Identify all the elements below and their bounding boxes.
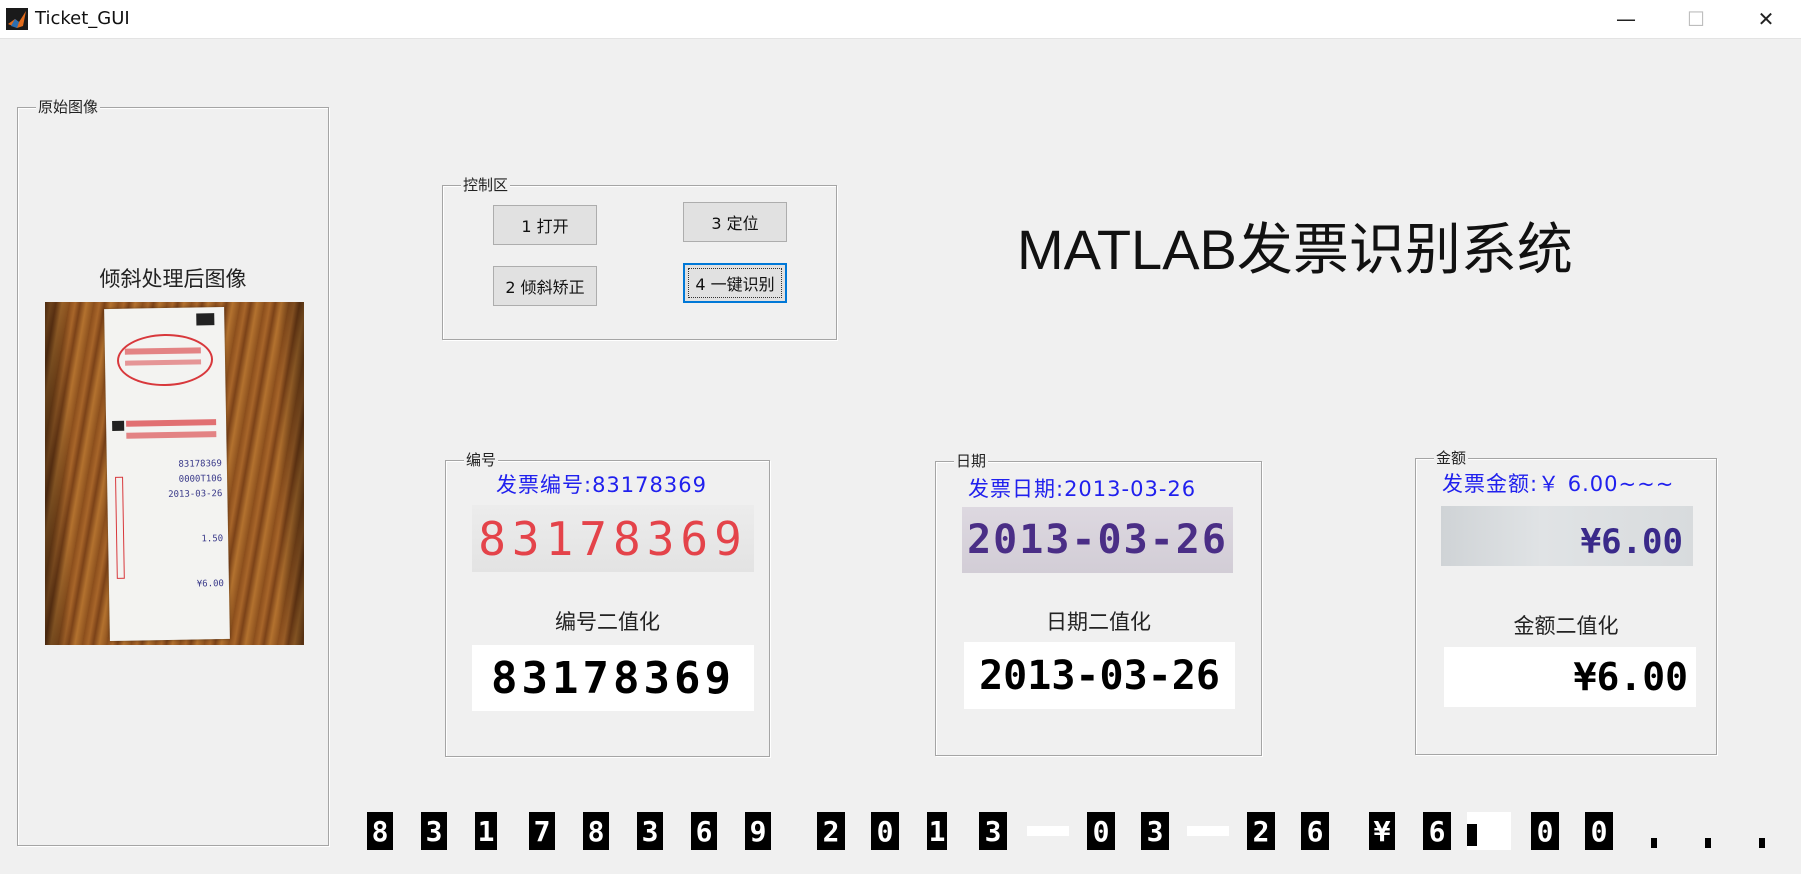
panel-legend-number: 编号	[464, 451, 499, 469]
segmented-char: 6	[1423, 812, 1451, 850]
segmented-char: 3	[637, 812, 663, 850]
panel-legend-control: 控制区	[461, 176, 511, 194]
title-bar: Ticket_GUI — ☐ ✕	[0, 0, 1801, 39]
date-binary-label: 日期二值化	[1046, 610, 1151, 634]
segmented-char: 7	[529, 812, 555, 850]
segmented-char: 3	[1141, 812, 1169, 850]
panel-legend-amount: 金额	[1434, 449, 1469, 467]
one-click-recognize-button[interactable]: 4 一键识别	[683, 263, 787, 303]
close-button[interactable]: ✕	[1731, 0, 1801, 38]
segmented-char: 0	[1531, 812, 1559, 850]
segmented-char: 1	[927, 812, 947, 850]
amount-panel: 金额 发票金额:￥ 6.00~~~ ¥6.00 金额二值化 ¥6.00	[1415, 449, 1717, 755]
receipt-line: ¥6.00	[196, 579, 225, 590]
date-crop-image: 2013-03-26	[962, 507, 1233, 573]
open-button[interactable]: 1 打开	[493, 205, 597, 245]
segmented-char: 6	[1301, 812, 1329, 850]
number-binary-image: 83178369	[472, 645, 754, 711]
segmented-char: 2	[817, 812, 845, 850]
panel-legend-date: 日期	[954, 452, 989, 470]
receipt-line: 0000T106	[178, 474, 223, 485]
date-result-text: 发票日期:2013-03-26	[968, 477, 1197, 501]
segmented-char-dot	[1705, 838, 1711, 848]
receipt-line: 1.50	[201, 534, 224, 545]
segmented-char: 0	[1087, 812, 1115, 850]
amount-crop-image: ¥6.00	[1441, 506, 1693, 566]
segmented-char: 9	[745, 812, 771, 850]
minimize-button[interactable]: —	[1591, 0, 1661, 38]
locate-button[interactable]: 3 定位	[683, 202, 787, 242]
system-title: MATLAB发票识别系统	[1017, 218, 1573, 281]
number-crop-image: 83178369	[472, 505, 754, 572]
date-binary-image: 2013-03-26	[964, 642, 1235, 709]
segmented-char	[1467, 812, 1511, 850]
number-binary-label: 编号二值化	[555, 610, 660, 634]
segmented-char: 3	[979, 812, 1007, 850]
segmented-char-dot	[1759, 838, 1765, 848]
segmented-char: 2	[1247, 812, 1275, 850]
segmented-char: 3	[421, 812, 447, 850]
deskew-button[interactable]: 2 倾斜矫正	[493, 266, 597, 306]
panel-legend-original: 原始图像	[36, 98, 101, 116]
segmented-char: 0	[1585, 812, 1613, 850]
amount-binary-image: ¥6.00	[1444, 647, 1696, 707]
original-image-panel: 原始图像 倾斜处理后图像 83178369 0000T106 2013-03-2…	[17, 98, 329, 846]
segmented-char-dash	[1187, 826, 1229, 836]
segmented-char: 8	[583, 812, 609, 850]
segmented-characters-strip: 8 3 1 7 8 3 6 9 2 0 1 3 0 3 2 6 ¥ 6 0 0	[367, 812, 1777, 852]
segmented-char: 1	[475, 812, 497, 850]
control-panel: 控制区 1 打开 3 定位 2 倾斜矫正 4 一键识别	[442, 176, 837, 340]
deskewed-image-label: 倾斜处理后图像	[99, 267, 247, 291]
figure-canvas: 原始图像 倾斜处理后图像 83178369 0000T106 2013-03-2…	[2, 39, 1799, 872]
maximize-button[interactable]: ☐	[1661, 0, 1731, 38]
receipt-line: 2013-03-26	[168, 489, 223, 500]
segmented-char: 8	[367, 812, 393, 850]
amount-result-text: 发票金额:￥ 6.00~~~	[1442, 472, 1675, 496]
number-result-text: 发票编号:83178369	[496, 473, 707, 497]
window-title: Ticket_GUI	[35, 8, 130, 29]
segmented-char-dash	[1027, 826, 1069, 836]
segmented-char: 6	[691, 812, 717, 850]
deskewed-receipt-image: 83178369 0000T106 2013-03-26 1.50 ¥6.00	[45, 302, 304, 645]
date-panel: 日期 发票日期:2013-03-26 2013-03-26 日期二值化 2013…	[935, 452, 1262, 756]
number-panel: 编号 发票编号:83178369 83178369 编号二值化 83178369	[445, 451, 770, 757]
receipt-line: 83178369	[178, 459, 222, 470]
amount-binary-label: 金额二值化	[1513, 614, 1619, 638]
segmented-char: 0	[871, 812, 899, 850]
segmented-char: ¥	[1369, 812, 1395, 850]
matlab-logo-icon	[6, 8, 28, 30]
segmented-char-dot	[1651, 838, 1657, 848]
